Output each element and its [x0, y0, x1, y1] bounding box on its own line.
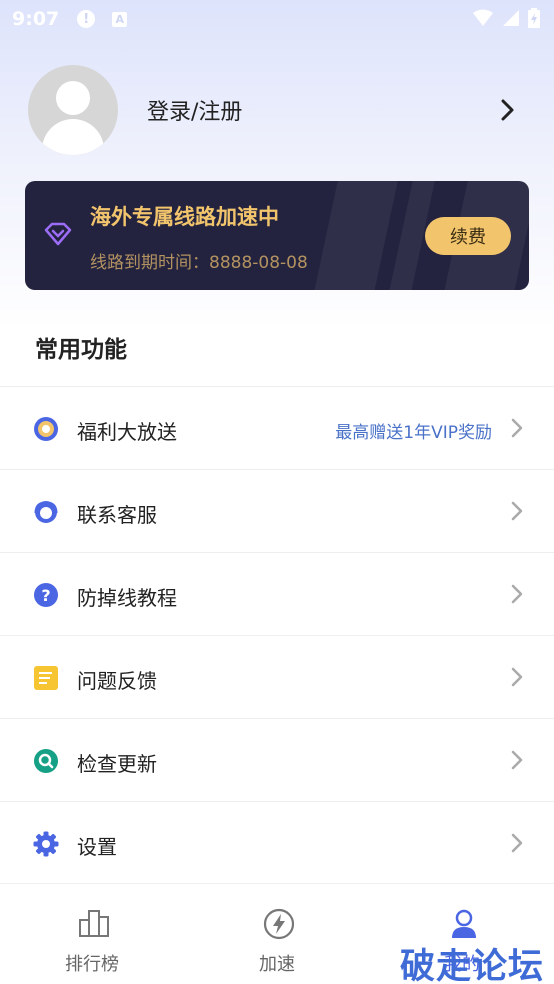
user-icon	[452, 909, 476, 938]
menu-item-feedback[interactable]: 问题反馈	[0, 635, 554, 718]
ranking-icon	[79, 910, 109, 937]
diamond-icon	[44, 222, 72, 246]
menu-item-label: 福利大放送	[77, 420, 177, 444]
chevron-right-icon	[511, 750, 523, 770]
help-question-icon: ?	[34, 583, 58, 607]
signal-icon	[503, 10, 519, 26]
alert-icon: !	[77, 10, 96, 28]
vip-expiry: 线路到期时间：8888-08-08	[90, 253, 308, 273]
menu-item-label: 防掉线教程	[77, 586, 177, 610]
svg-text:?: ?	[41, 586, 50, 605]
menu-item-settings[interactable]: 设置	[0, 801, 554, 884]
chevron-right-icon	[511, 833, 523, 853]
status-time: 9:07	[12, 8, 60, 30]
menu-item-tutorial[interactable]: ? 防掉线教程	[0, 552, 554, 635]
menu-item-label: 检查更新	[77, 752, 157, 776]
chevron-right-icon	[511, 584, 523, 604]
update-search-icon	[34, 749, 58, 773]
menu-item-welfare[interactable]: 福利大放送 最高赠送1年VIP奖励	[0, 386, 554, 469]
customer-service-icon	[34, 501, 58, 523]
settings-gear-icon	[33, 831, 59, 857]
function-list: 福利大放送 最高赠送1年VIP奖励 联系客服 ? 防掉线教程 问题反馈 检查更新…	[0, 386, 554, 884]
login-register-link[interactable]: 登录/注册	[147, 94, 242, 126]
lightning-icon	[263, 908, 295, 940]
chevron-right-icon	[511, 501, 523, 521]
tab-label: 加速	[259, 954, 295, 975]
menu-item-customer-service[interactable]: 联系客服	[0, 469, 554, 552]
status-bar: 9:07 ! A	[0, 0, 554, 38]
section-title: 常用功能	[35, 337, 127, 363]
tab-ranking[interactable]: 排行榜	[22, 884, 162, 984]
menu-item-label: 联系客服	[77, 503, 157, 527]
app-a-icon: A	[112, 11, 128, 27]
menu-item-label: 问题反馈	[77, 669, 157, 693]
chevron-right-icon	[511, 667, 523, 687]
tab-label: 排行榜	[65, 954, 119, 975]
vip-card: 海外专属线路加速中 线路到期时间：8888-08-08 续费	[25, 181, 529, 290]
avatar[interactable]	[28, 65, 118, 155]
gift-medal-icon	[34, 417, 58, 441]
menu-item-label: 设置	[77, 835, 117, 859]
menu-item-check-update[interactable]: 检查更新	[0, 718, 554, 801]
renew-button[interactable]: 续费	[425, 217, 511, 255]
battery-icon	[528, 8, 540, 28]
feedback-note-icon	[34, 666, 58, 690]
vip-title: 海外专属线路加速中	[90, 205, 279, 229]
wifi-icon	[473, 9, 493, 26]
tab-accelerate[interactable]: 加速	[207, 884, 347, 984]
status-right-icons	[472, 8, 540, 28]
chevron-right-icon[interactable]	[500, 98, 516, 122]
welfare-promo-text: 最高赠送1年VIP奖励	[335, 423, 492, 443]
chevron-right-icon	[511, 418, 523, 438]
watermark-text: 破走论坛	[400, 947, 545, 984]
